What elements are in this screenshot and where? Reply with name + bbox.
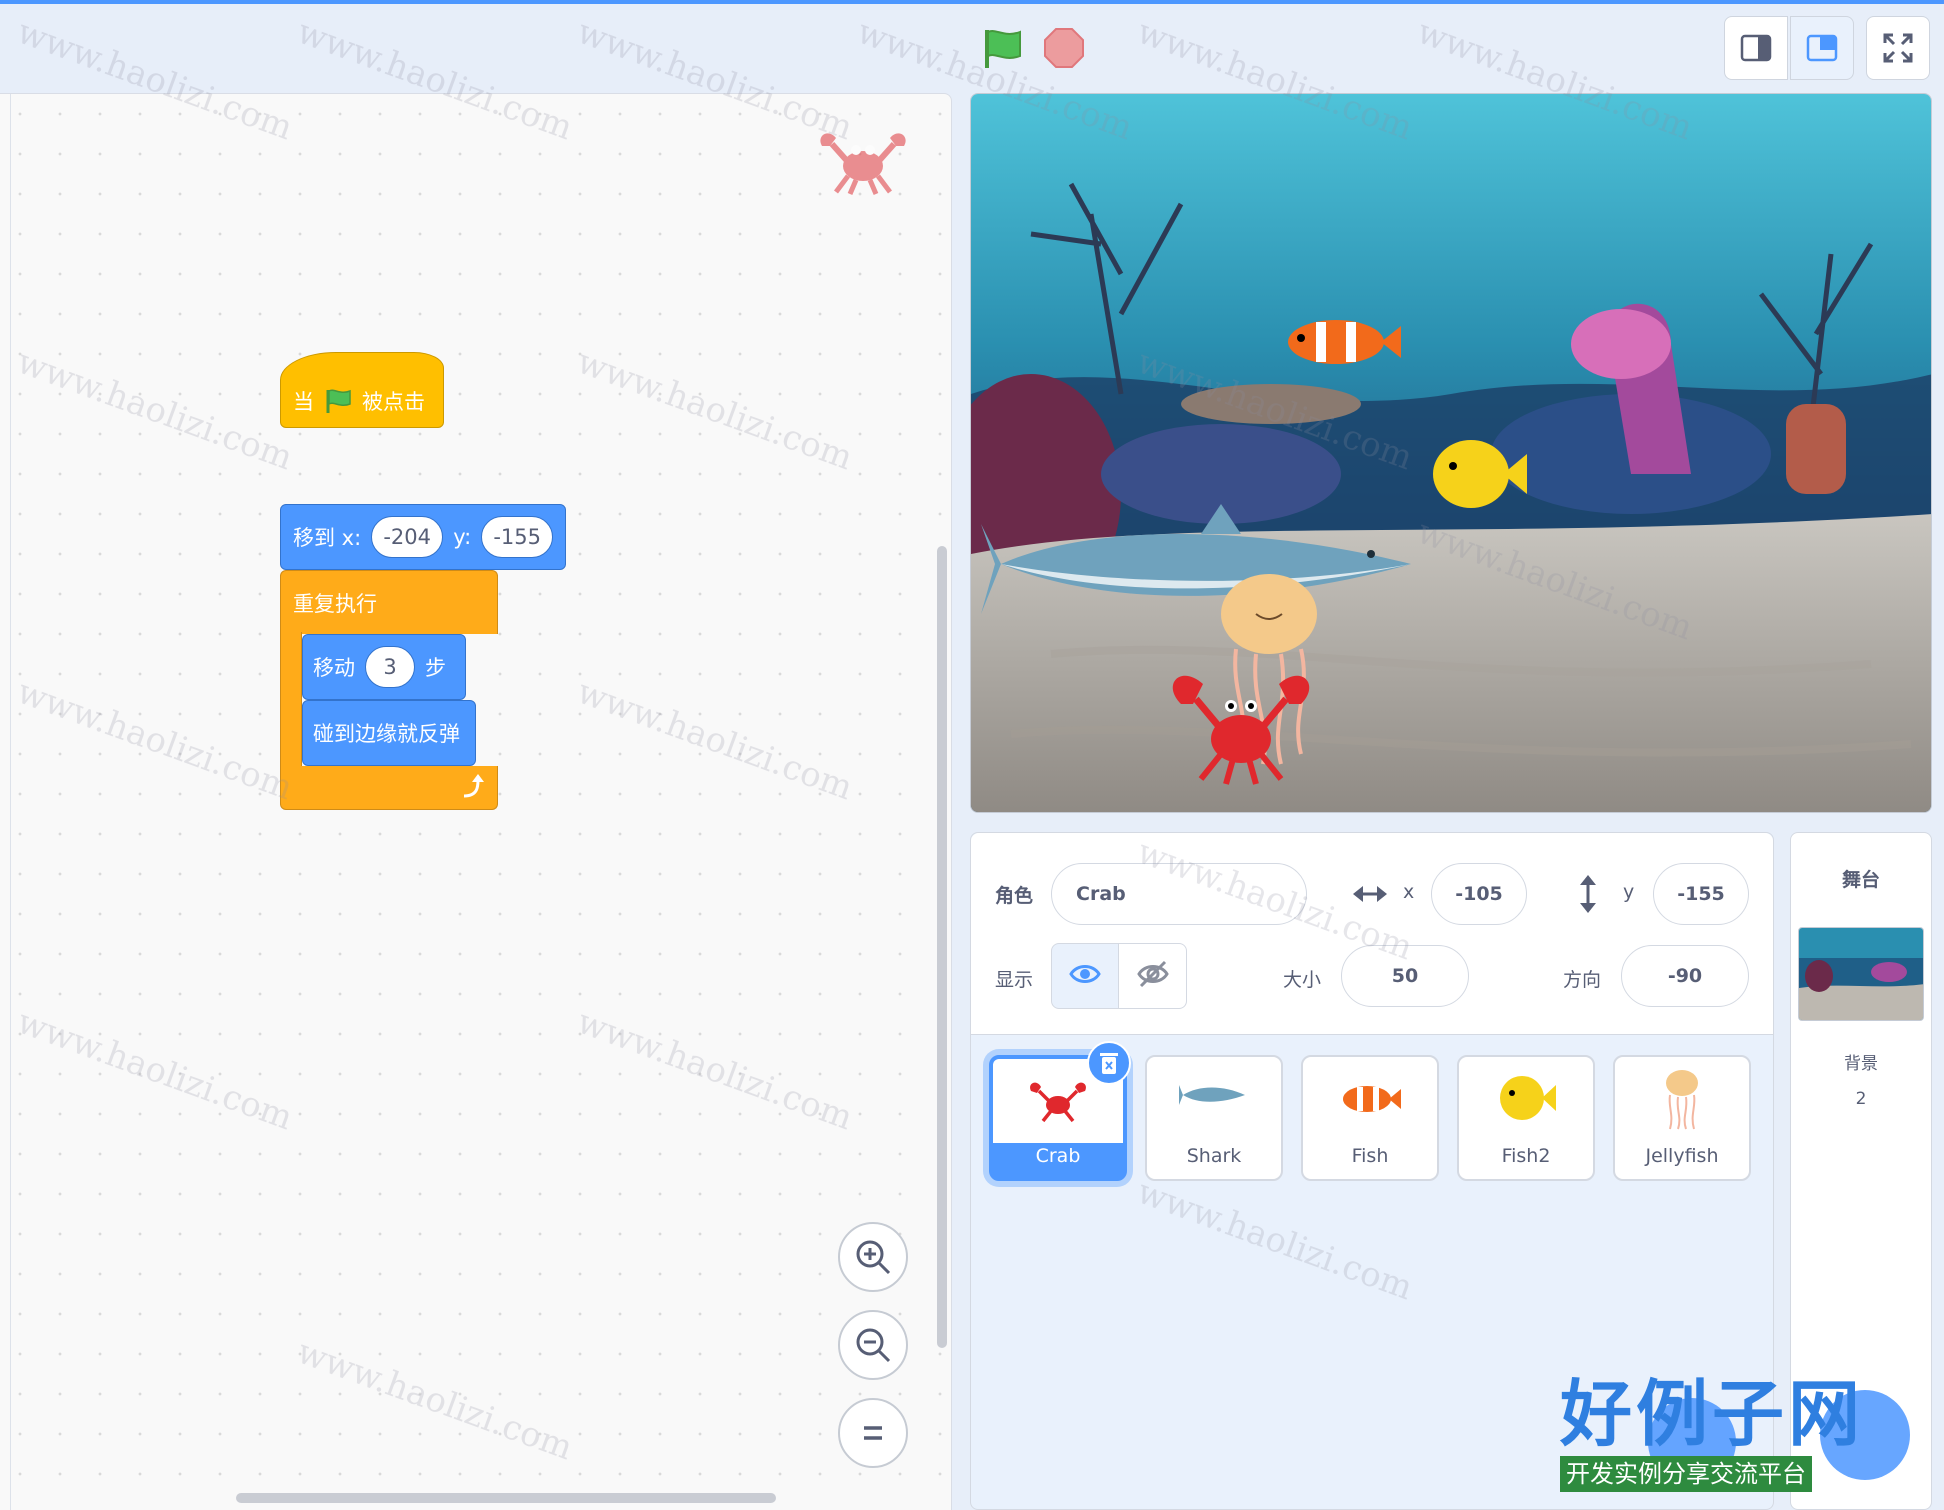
sprite-name: Fish2 <box>1501 1145 1551 1167</box>
top-accent-line <box>0 0 1944 4</box>
goto-x-input[interactable]: -204 <box>371 516 444 558</box>
green-flag-icon <box>324 388 352 414</box>
move-unit: 步 <box>425 656 446 680</box>
fullscreen-icon[interactable] <box>1866 16 1930 80</box>
sprite-name: Shark <box>1186 1145 1242 1167</box>
stop-icon[interactable] <box>1042 26 1086 70</box>
y-position-input[interactable]: -155 <box>1653 863 1749 925</box>
goto-label: 移到 x: <box>293 526 362 550</box>
sprite-name-input[interactable]: Crab <box>1051 863 1307 925</box>
zoom-in-icon[interactable] <box>838 1222 908 1292</box>
backdrop-label: 背景 <box>1844 1054 1878 1074</box>
sprite-tile-fish[interactable]: Fish <box>1301 1055 1439 1181</box>
move-label: 移动 <box>313 656 355 680</box>
green-flag-icon[interactable] <box>980 26 1024 70</box>
y-label: y <box>1623 881 1635 903</box>
when-suffix: 被点击 <box>362 390 425 414</box>
arrow-horizontal-icon <box>1353 883 1387 909</box>
sprite-tile-shark[interactable]: Shark <box>1145 1055 1283 1181</box>
workspace-divider <box>10 94 11 1510</box>
forever-block[interactable]: 重复执行 <box>280 570 498 634</box>
stage-title: 舞台 <box>1841 869 1880 891</box>
vertical-scrollbar[interactable] <box>937 546 947 1348</box>
small-stage-icon[interactable] <box>1724 16 1788 80</box>
show-visible-button[interactable] <box>1051 943 1119 1009</box>
zoom-reset-icon[interactable] <box>838 1398 908 1468</box>
loop-arrow-icon <box>458 772 488 802</box>
size-input[interactable]: 50 <box>1341 945 1469 1007</box>
sprite-name: Jellyfish <box>1645 1145 1719 1167</box>
arrow-vertical-icon <box>1577 875 1599 917</box>
backdrop-count: 2 <box>1855 1089 1867 1109</box>
sprite-tile-fish2[interactable]: Fish2 <box>1457 1055 1595 1181</box>
watermark-logo-title: 好例子网 <box>1560 1371 1865 1456</box>
shark-thumbnail <box>1179 1085 1245 1105</box>
large-stage-icon[interactable] <box>1790 16 1854 80</box>
watermark-logo-subtitle: 开发实例分享交流平台 <box>1560 1456 1812 1492</box>
goto-xy-block[interactable]: 移到 x: -204 y: -155 <box>280 504 566 570</box>
move-steps-input[interactable]: 3 <box>365 646 415 688</box>
forever-label: 重复执行 <box>293 591 377 616</box>
stage-canvas[interactable] <box>970 93 1932 813</box>
goto-y-label: y: <box>453 525 472 549</box>
sprite-label: 角色 <box>995 885 1034 907</box>
backdrop-thumbnail[interactable] <box>1798 927 1924 1021</box>
bounce-on-edge-block[interactable]: 碰到边缘就反弹 <box>302 700 476 766</box>
current-sprite-thumbnail <box>812 126 914 196</box>
jellyfish-thumbnail <box>1666 1070 1698 1130</box>
forever-block-arm <box>280 632 302 768</box>
trash-icon[interactable] <box>1087 1041 1131 1085</box>
x-label: x <box>1403 881 1415 903</box>
size-label: 大小 <box>1283 969 1322 991</box>
horizontal-scrollbar[interactable] <box>236 1493 776 1503</box>
fish2-thumbnail <box>1500 1076 1556 1120</box>
fish-thumbnail <box>1343 1086 1401 1112</box>
eye-icon <box>1069 962 1101 990</box>
show-label: 显示 <box>995 969 1034 991</box>
zoom-out-icon[interactable] <box>838 1310 908 1380</box>
sprite-name: Fish <box>1351 1145 1389 1167</box>
watermark-logo: 好例子网 开发实例分享交流平台 <box>1560 1372 1890 1498</box>
x-position-input[interactable]: -105 <box>1431 863 1527 925</box>
when-flag-clicked-block[interactable]: 当 被点击 <box>280 352 444 428</box>
bounce-label: 碰到边缘就反弹 <box>313 722 460 746</box>
eye-off-icon <box>1136 960 1169 992</box>
show-hidden-button[interactable] <box>1119 943 1187 1009</box>
goto-y-input[interactable]: -155 <box>481 516 554 558</box>
code-workspace[interactable]: 当 被点击 移到 x: -204 y: -155 重复执行 移动 3 步 碰到边… <box>0 93 952 1510</box>
when-prefix: 当 <box>293 390 314 414</box>
move-steps-block[interactable]: 移动 3 步 <box>302 634 466 700</box>
sprite-tile-jellyfish[interactable]: Jellyfish <box>1613 1055 1751 1181</box>
direction-input[interactable]: -90 <box>1621 945 1749 1007</box>
sprite-name: Crab <box>1035 1145 1081 1167</box>
direction-label: 方向 <box>1563 969 1602 991</box>
